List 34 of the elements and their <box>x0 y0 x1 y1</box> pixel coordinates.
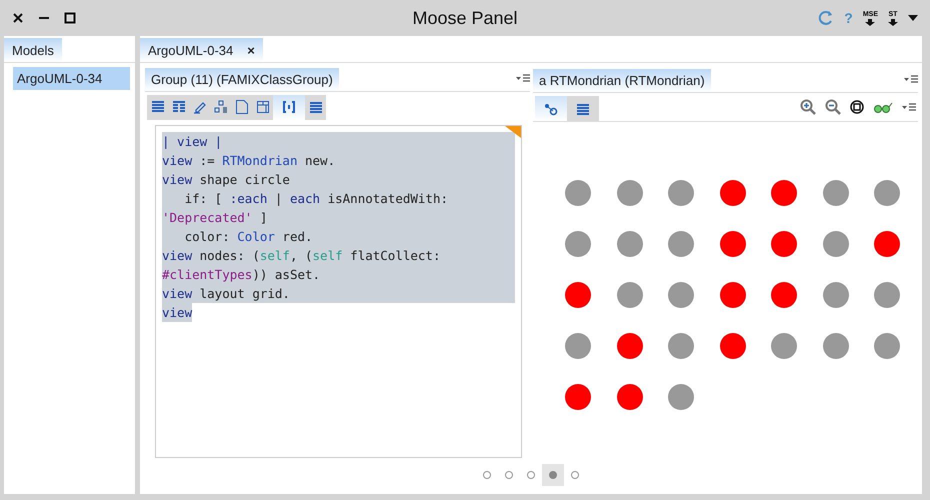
close-icon[interactable] <box>12 12 24 24</box>
refresh-icon[interactable] <box>818 10 834 26</box>
down-arrow-icon <box>865 18 876 26</box>
page-icon <box>234 100 248 114</box>
lines-icon <box>576 102 590 116</box>
window-title: Moose Panel <box>412 8 518 28</box>
graph-icon <box>544 102 558 116</box>
browser-tab[interactable]: ArgoUML-0-34 × <box>140 38 263 62</box>
models-tab[interactable]: Models <box>4 38 62 62</box>
tree-icon <box>214 100 228 114</box>
maximize-icon[interactable] <box>64 12 76 24</box>
pane-menu-icon[interactable] <box>904 74 918 82</box>
dropdown-caret-icon[interactable] <box>908 15 918 21</box>
pane-menu-icon[interactable] <box>902 103 916 111</box>
glasses-icon[interactable] <box>873 101 893 113</box>
table-icon <box>172 100 186 114</box>
code-editor[interactable] <box>155 124 522 458</box>
pen-icon <box>192 100 206 114</box>
grid-icon <box>256 100 270 114</box>
lines-icon <box>308 100 322 114</box>
fit-view-icon[interactable] <box>850 100 864 114</box>
view-tab[interactable] <box>535 96 567 121</box>
brackets-icon <box>282 100 296 114</box>
view-tab[interactable] <box>273 94 305 120</box>
pane-title-tab[interactable]: Group (11) (FAMIXClassGroup) <box>145 68 339 91</box>
zoom-out-icon[interactable] <box>825 99 841 115</box>
corner-flag-icon <box>505 126 521 138</box>
pane-menu-icon[interactable] <box>516 74 530 82</box>
close-tab-button[interactable]: × <box>247 43 255 58</box>
list-icon <box>150 100 164 114</box>
down-arrow-icon <box>888 18 898 26</box>
model-list-item[interactable]: ArgoUML-0-34 <box>13 67 130 90</box>
pane-title-tab[interactable]: a RTMondrian (RTMondrian) <box>533 69 711 92</box>
zoom-in-icon[interactable] <box>800 99 816 115</box>
